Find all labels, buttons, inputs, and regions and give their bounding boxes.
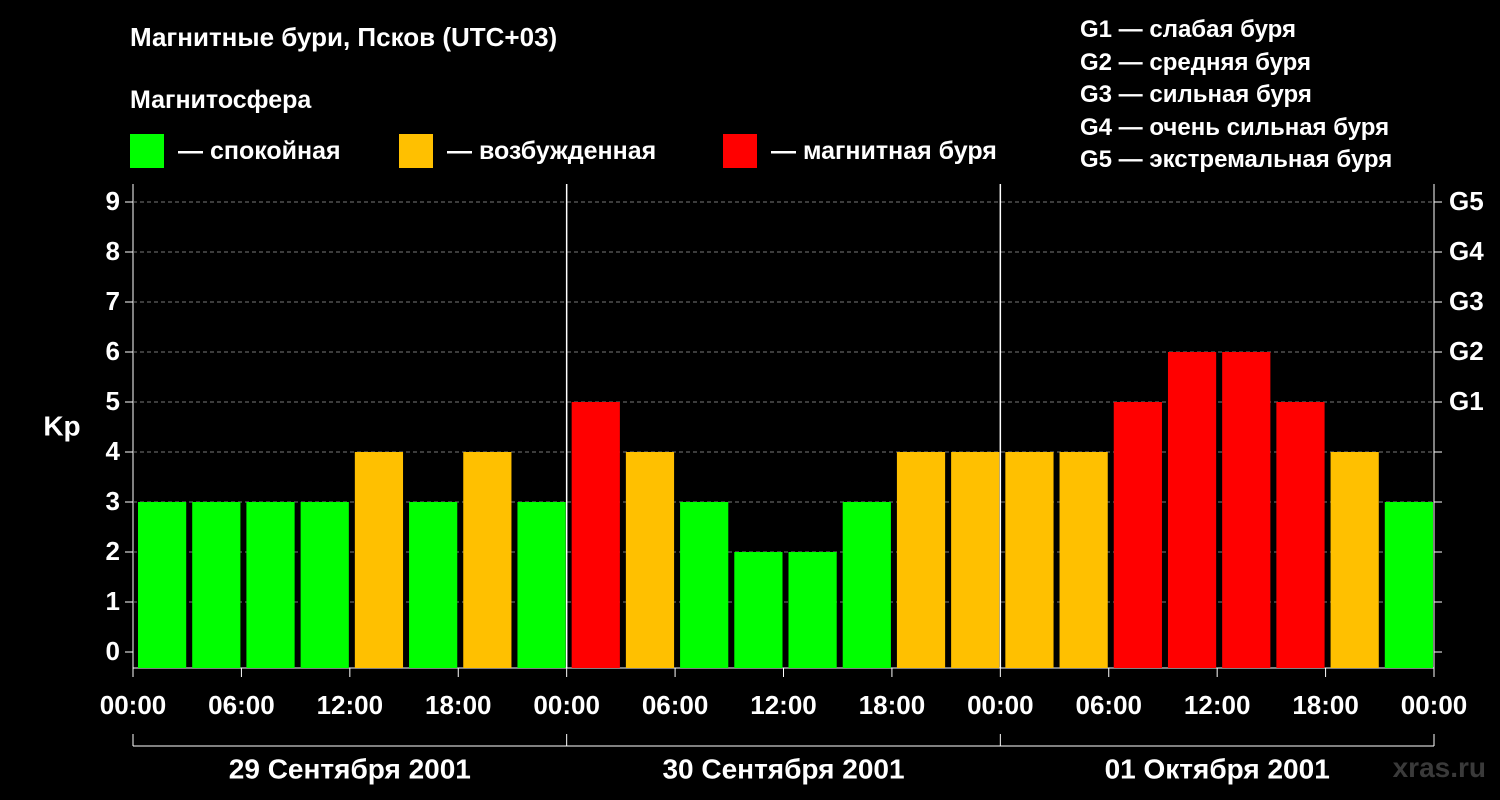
kp-bar (1384, 502, 1433, 668)
x-tick-label: 00:00 (533, 690, 600, 720)
kp-bar (842, 502, 891, 668)
storm-scale-legend: G1 — слабая буря G2 — средняя буря G3 — … (1080, 14, 1392, 177)
kp-bar (354, 452, 404, 668)
kp-bar (571, 402, 620, 668)
kp-bar (896, 452, 946, 668)
legend-item-storm: — магнитная буря (723, 134, 997, 168)
kp-bar (517, 502, 566, 668)
legend-item-active: — возбужденная (399, 134, 656, 168)
x-tick-label: 12:00 (317, 690, 384, 720)
x-tick-label: 06:00 (642, 690, 709, 720)
y-tick-label: 5 (106, 386, 120, 416)
x-tick-label: 00:00 (967, 690, 1034, 720)
kp-bar (1276, 402, 1325, 668)
kp-bar (680, 502, 729, 668)
storm-scale-g2: G2 — средняя буря (1080, 48, 1311, 76)
kp-bar (788, 552, 837, 668)
x-tick-label: 12:00 (750, 690, 817, 720)
x-tick-label: 00:00 (100, 690, 167, 720)
legend-swatch-quiet (130, 134, 164, 168)
date-label: 01 Октября 2001 (1105, 753, 1330, 784)
kp-bar (192, 502, 241, 668)
storm-scale-g1: G1 — слабая буря (1080, 16, 1297, 43)
watermark: xras.ru (1392, 752, 1486, 783)
kp-bar (246, 502, 295, 668)
g-scale-tick-label: G3 (1449, 286, 1484, 316)
kp-bar (1222, 352, 1271, 668)
date-label: 29 Сентября 2001 (229, 753, 471, 784)
g-scale-tick-label: G5 (1449, 186, 1484, 216)
x-tick-label: 06:00 (208, 690, 275, 720)
kp-bar (1059, 452, 1108, 668)
x-tick-label: 18:00 (1292, 690, 1359, 720)
legend-label-storm: — магнитная буря (771, 136, 997, 165)
kp-bar (300, 502, 349, 668)
kp-bar (138, 502, 187, 668)
g-scale-tick-label: G1 (1449, 386, 1484, 416)
date-label: 30 Сентября 2001 (662, 753, 904, 784)
chart-title: Магнитные бури, Псков (UTC+03) (130, 22, 558, 52)
y-tick-label: 4 (106, 436, 121, 466)
x-tick-label: 12:00 (1184, 690, 1251, 720)
legend-swatch-active (399, 134, 433, 168)
y-axis-label: Kp (43, 410, 80, 441)
g-scale-tick-label: G4 (1449, 236, 1484, 266)
y-tick-label: 8 (106, 236, 120, 266)
y-tick-label: 0 (106, 636, 120, 666)
y-tick-label: 2 (106, 536, 120, 566)
y-tick-label: 7 (106, 286, 120, 316)
g-scale-tick-label: G2 (1449, 336, 1484, 366)
storm-scale-g3: G3 — сильная буря (1080, 81, 1312, 108)
storm-scale-g5: G5 — экстремальная буря (1080, 146, 1393, 173)
x-tick-label: 06:00 (1076, 690, 1143, 720)
y-tick-label: 3 (106, 486, 120, 516)
kp-bar (463, 452, 512, 668)
kp-bar (1330, 452, 1379, 668)
y-tick-label: 1 (106, 586, 120, 616)
kp-bar (1113, 402, 1162, 668)
legend-item-quiet: — спокойная (130, 134, 341, 168)
y-tick-label: 6 (106, 336, 120, 366)
legend-heading: Магнитосфера (130, 86, 312, 114)
legend-swatch-storm (723, 134, 757, 168)
legend-label-active: — возбужденная (447, 136, 657, 165)
x-tick-label: 18:00 (425, 690, 492, 720)
y-tick-label: 9 (106, 186, 120, 216)
x-tick-label: 00:00 (1401, 690, 1468, 720)
legend-label-quiet: — спокойная (178, 136, 341, 165)
kp-bar (734, 552, 783, 668)
storm-scale-g4: G4 — очень сильная буря (1080, 113, 1390, 141)
x-tick-label: 18:00 (859, 690, 926, 720)
kp-bar (1167, 352, 1217, 668)
kp-bar (409, 502, 458, 668)
kp-bar (1005, 452, 1054, 668)
kp-bar (625, 452, 675, 668)
kp-bar (951, 452, 1000, 668)
